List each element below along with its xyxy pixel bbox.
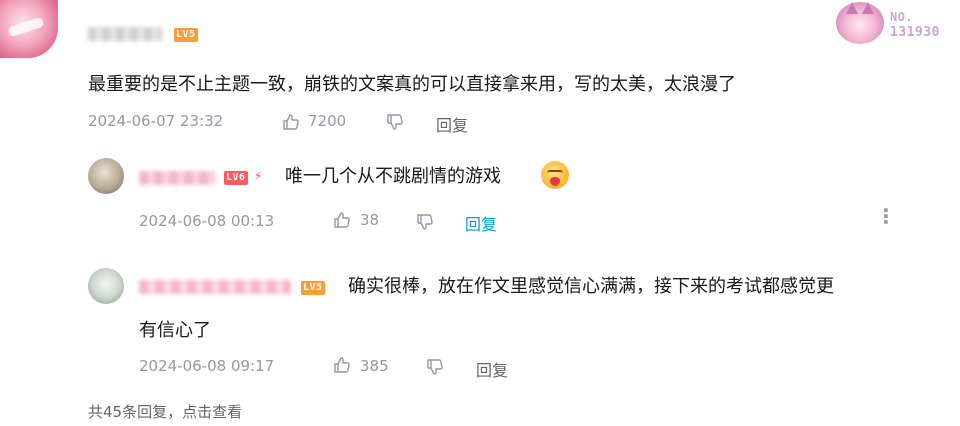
view-all-replies-link[interactable]: 共45条回复，点击查看 (88, 401, 242, 422)
reply-button[interactable]: 回复 (436, 112, 468, 136)
fan-badge-label: NO. (890, 10, 914, 24)
fan-badge-avatar (836, 2, 884, 44)
reply-button[interactable]: 回复 (476, 357, 508, 381)
like-count: 38 (360, 211, 380, 229)
like-icon[interactable] (332, 355, 352, 375)
reply-content: 确实很棒，放在作文里感觉信心满满，接下来的考试都感觉更 (348, 276, 834, 297)
reply-date: 2024-06-08 00:13 (139, 212, 275, 230)
like-count: 7200 (308, 112, 347, 130)
reply-content: 唯一几个从不跳剧情的游戏 (285, 166, 501, 187)
reply-button[interactable]: 回复 (465, 211, 497, 235)
dislike-icon[interactable] (425, 357, 445, 377)
level-badge: LV5 (174, 28, 198, 42)
reply-content-continued: 有信心了 (139, 320, 211, 341)
dislike-icon[interactable] (385, 112, 405, 132)
avatar[interactable] (0, 0, 58, 58)
username[interactable] (88, 27, 162, 41)
avatar[interactable] (88, 268, 124, 304)
like-icon[interactable] (281, 112, 301, 132)
dislike-icon[interactable] (415, 212, 435, 232)
more-icon[interactable]: ⋮ (876, 206, 896, 226)
heart-face-emoji-icon (541, 161, 569, 189)
avatar[interactable] (88, 158, 124, 194)
username[interactable] (139, 280, 291, 294)
fan-badge-number: 131930 (890, 25, 940, 40)
comment-date: 2024-06-07 23:32 (88, 112, 224, 130)
comment-content: 最重要的是不止主题一致，崩铁的文案真的可以直接拿来用，写的太美，太浪漫了 (88, 74, 736, 95)
level-badge: LV5 (301, 281, 325, 295)
like-icon[interactable] (332, 210, 352, 230)
level-badge: LV6 (224, 171, 248, 185)
bolt-icon: ⚡ (254, 169, 263, 183)
username[interactable] (139, 171, 215, 185)
reply-date: 2024-06-08 09:17 (139, 357, 275, 375)
like-count: 385 (360, 357, 389, 375)
